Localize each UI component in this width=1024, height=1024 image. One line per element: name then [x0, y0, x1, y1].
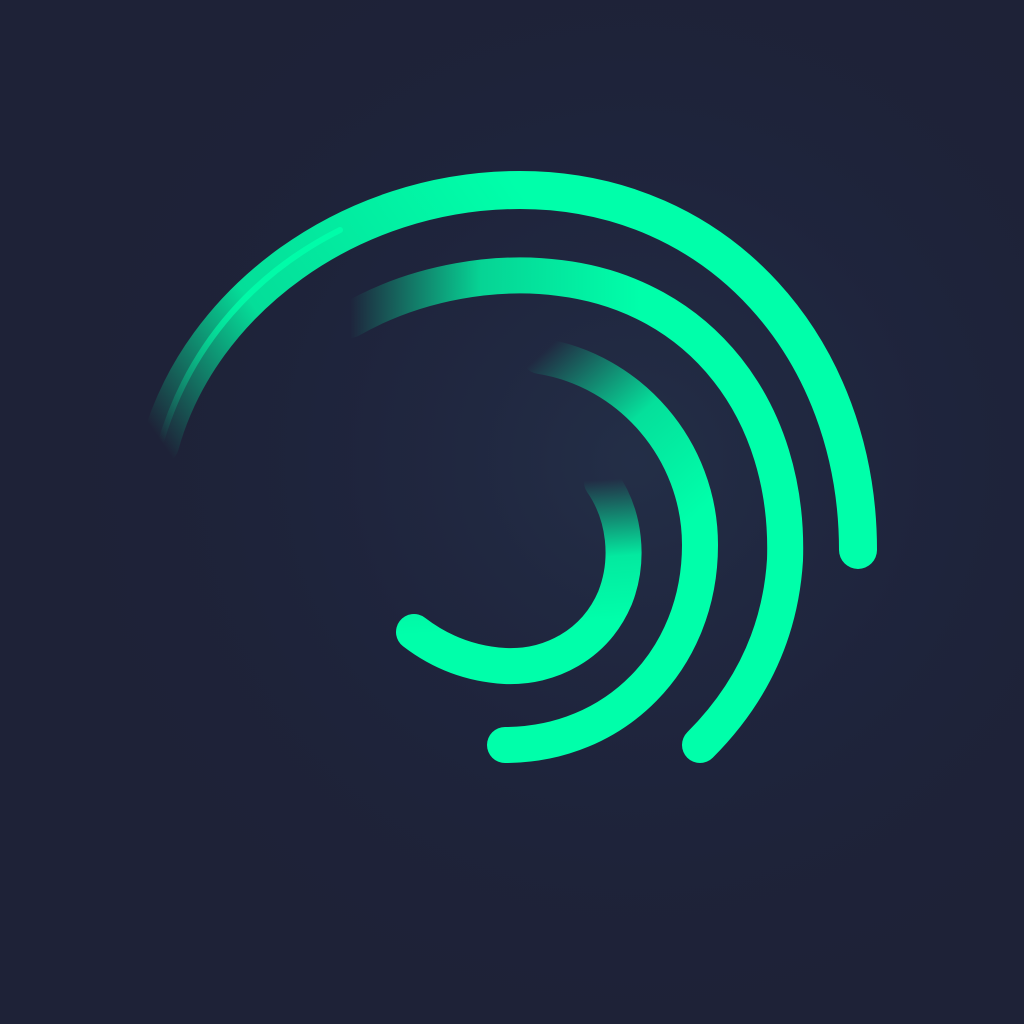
- spiral-arcs-logo-icon: [0, 0, 1024, 1024]
- app-icon: [0, 0, 1024, 1024]
